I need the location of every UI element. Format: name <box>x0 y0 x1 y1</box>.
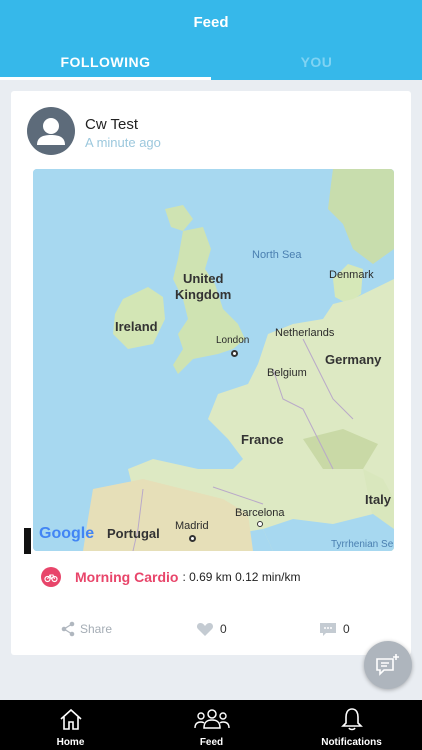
nav-item-feed[interactable]: Feed <box>141 700 282 750</box>
bike-icon <box>41 567 61 587</box>
person-icon <box>37 118 65 145</box>
london-marker-icon <box>231 350 238 357</box>
map-label-denmark: Denmark <box>329 269 374 281</box>
comment-icon <box>320 623 336 636</box>
map-label-germany: Germany <box>325 352 382 367</box>
map-label-london: London <box>216 335 250 346</box>
post-actions: Share 0 0 <box>11 619 411 643</box>
nav-item-notifications[interactable]: Notifications <box>281 700 422 750</box>
map-label-tyrrhenian: Tyrrhenian Se <box>331 539 394 550</box>
tab-following[interactable]: FOLLOWING <box>0 54 211 70</box>
group-icon <box>193 709 230 729</box>
share-label: Share <box>80 622 113 636</box>
map-label-madrid: Madrid <box>175 520 209 532</box>
top-header: Feed FOLLOWING YOU <box>0 0 422 80</box>
chat-add-icon <box>376 654 399 676</box>
page-title: Feed <box>193 14 229 31</box>
map-label-portugal: Portugal <box>107 526 160 541</box>
chat-fab-button[interactable] <box>364 641 412 689</box>
activity-stats: : 0.69 km 0.12 min/km <box>182 570 301 584</box>
barcelona-marker-icon <box>257 521 263 527</box>
post-timestamp: A minute ago <box>85 135 161 150</box>
comment-count: 0 <box>343 622 350 636</box>
madrid-marker-icon <box>189 535 196 542</box>
nav-label-feed: Feed <box>199 737 224 748</box>
tab-you[interactable]: YOU <box>211 54 422 70</box>
like-button[interactable]: 0 <box>196 621 227 637</box>
map-label-netherlands: Netherlands <box>275 327 335 339</box>
map-label-belgium: Belgium <box>267 367 307 379</box>
activity-summary[interactable]: Morning Cardio : 0.69 km 0.12 min/km <box>41 566 300 588</box>
scroll-marker <box>24 528 31 554</box>
nav-item-home[interactable]: Home <box>0 700 141 750</box>
bell-icon <box>340 708 363 731</box>
map-label-united-kingdom: United Kingdom <box>175 271 232 302</box>
google-logo: Google <box>39 525 94 543</box>
google-logo-text: Google <box>39 525 95 542</box>
activity-map[interactable]: North Sea Denmark United Kingdom Ireland… <box>33 169 394 551</box>
heart-icon <box>196 623 214 636</box>
map-label-france: France <box>241 432 284 447</box>
post-user-name[interactable]: Cw Test <box>85 116 138 133</box>
bottom-nav: Home Feed Notifications <box>0 700 422 750</box>
share-icon <box>61 621 75 637</box>
avatar[interactable] <box>27 107 75 155</box>
nav-label-notifications: Notifications <box>321 737 382 748</box>
home-icon <box>59 708 82 730</box>
map-label-italy: Italy <box>365 492 392 507</box>
map-label-barcelona: Barcelona <box>235 507 285 519</box>
like-count: 0 <box>220 622 227 636</box>
map-label-ireland: Ireland <box>115 319 158 334</box>
feed-post-card: Cw Test A minute ago North Sea Denmark U… <box>11 91 411 655</box>
share-button[interactable]: Share <box>60 621 112 637</box>
comment-button[interactable]: 0 <box>319 621 350 637</box>
nav-label-home: Home <box>56 737 85 748</box>
activity-name[interactable]: Morning Cardio <box>75 569 178 585</box>
map-label-north-sea: North Sea <box>252 249 302 261</box>
active-tab-indicator <box>0 77 211 80</box>
